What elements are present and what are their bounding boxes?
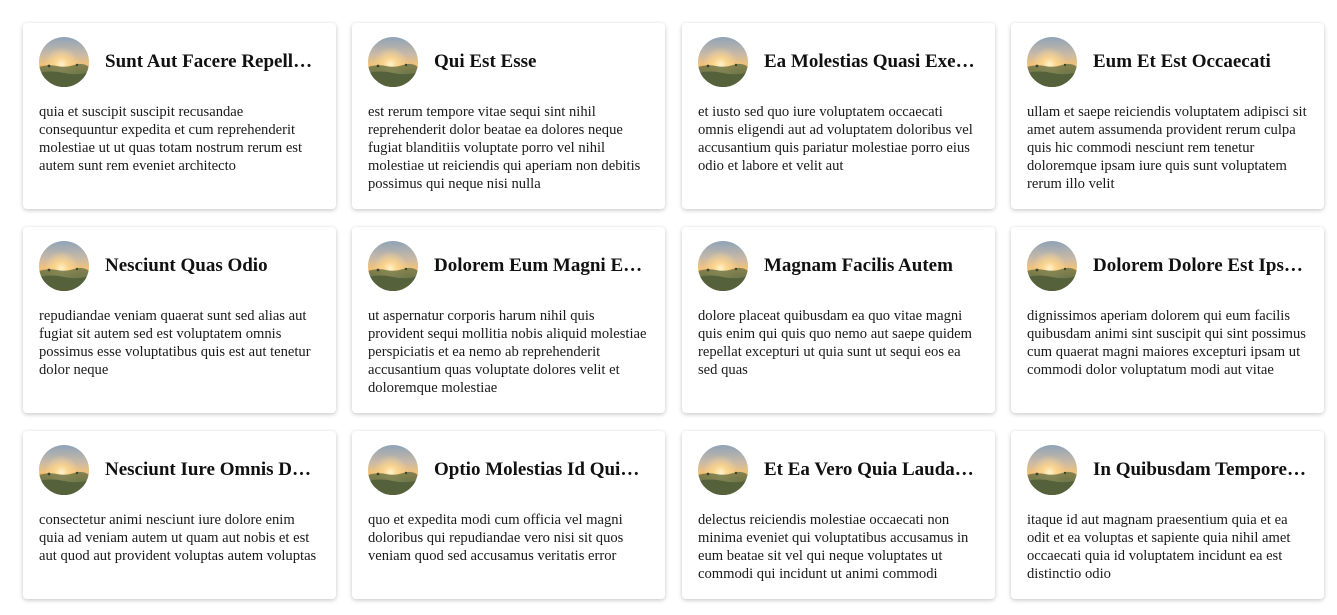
landscape-avatar-icon <box>39 445 89 495</box>
landscape-avatar-icon <box>698 241 748 291</box>
card-header: Magnam Facilis Autem <box>682 227 995 291</box>
post-card[interactable]: Eum Et Est Occaecati ullam et saepe reic… <box>1011 23 1324 209</box>
post-card[interactable]: Ea Molestias Quasi Exercitationem et ius… <box>682 23 995 209</box>
card-header: Ea Molestias Quasi Exercitationem <box>682 23 995 87</box>
card-header: Sunt Aut Facere Repellat Provident Occae… <box>23 23 336 87</box>
post-card-grid: Sunt Aut Facere Repellat Provident Occae… <box>0 0 1337 615</box>
card-title: Nesciunt Quas Odio <box>105 255 268 276</box>
card-title: Ea Molestias Quasi Exercitationem <box>764 51 978 72</box>
card-header: Optio Molestias Id Quia Eum <box>352 431 665 495</box>
landscape-avatar-icon <box>39 37 89 87</box>
post-card[interactable]: Nesciunt Iure Omnis Dolorem consectetur … <box>23 431 336 599</box>
landscape-avatar-icon <box>368 445 418 495</box>
card-header: Et Ea Vero Quia Laudantium <box>682 431 995 495</box>
card-body: delectus reiciendis molestiae occaecati … <box>698 512 969 582</box>
card-header: Nesciunt Quas Odio <box>23 227 336 291</box>
post-card[interactable]: Dolorem Eum Magni Eos Aperiam ut asperna… <box>352 227 665 413</box>
card-body: dignissimos aperiam dolorem qui eum faci… <box>1027 308 1306 378</box>
card-body: consectetur animi nesciunt iure dolore e… <box>39 512 317 564</box>
card-header: Nesciunt Iure Omnis Dolorem <box>23 431 336 495</box>
card-header: In Quibusdam Tempore Odit <box>1011 431 1324 495</box>
card-body: est rerum tempore vitae sequi sint nihil… <box>368 104 641 192</box>
card-title: Dolorem Eum Magni Eos Aperiam <box>434 255 648 276</box>
card-title: Magnam Facilis Autem <box>764 255 953 276</box>
post-card[interactable]: Nesciunt Quas Odio repudiandae veniam qu… <box>23 227 336 413</box>
post-card[interactable]: Et Ea Vero Quia Laudantium delectus reic… <box>682 431 995 599</box>
landscape-avatar-icon <box>1027 241 1077 291</box>
card-body: quia et suscipit suscipit recusandae con… <box>39 104 303 174</box>
card-header: Dolorem Dolore Est Ipsam <box>1011 227 1324 291</box>
landscape-avatar-icon <box>39 241 89 291</box>
landscape-avatar-icon <box>1027 37 1077 87</box>
card-body: itaque id aut magnam praesentium quia et… <box>1027 512 1291 582</box>
card-header: Qui Est Esse <box>352 23 665 87</box>
card-body: quo et expedita modi cum officia vel mag… <box>368 512 624 564</box>
card-title: In Quibusdam Tempore Odit <box>1093 459 1307 480</box>
card-body: repudiandae veniam quaerat sunt sed alia… <box>39 308 311 378</box>
landscape-avatar-icon <box>368 37 418 87</box>
card-title: Dolorem Dolore Est Ipsam <box>1093 255 1307 276</box>
post-card[interactable]: Sunt Aut Facere Repellat Provident Occae… <box>23 23 336 209</box>
card-header: Eum Et Est Occaecati <box>1011 23 1324 87</box>
landscape-avatar-icon <box>1027 445 1077 495</box>
card-title: Eum Et Est Occaecati <box>1093 51 1271 72</box>
card-title: Qui Est Esse <box>434 51 537 72</box>
card-body: ullam et saepe reiciendis voluptatem adi… <box>1027 104 1307 192</box>
card-title: Et Ea Vero Quia Laudantium <box>764 459 978 480</box>
post-card[interactable]: Qui Est Esse est rerum tempore vitae seq… <box>352 23 665 209</box>
card-title: Optio Molestias Id Quia Eum <box>434 459 648 480</box>
card-title: Sunt Aut Facere Repellat Provident Occae… <box>105 51 319 72</box>
card-body: ut aspernatur corporis harum nihil quis … <box>368 308 647 396</box>
post-card[interactable]: Magnam Facilis Autem dolore placeat quib… <box>682 227 995 413</box>
card-header: Dolorem Eum Magni Eos Aperiam <box>352 227 665 291</box>
post-card[interactable]: In Quibusdam Tempore Odit itaque id aut … <box>1011 431 1324 599</box>
post-card[interactable]: Optio Molestias Id Quia Eum quo et exped… <box>352 431 665 599</box>
post-card[interactable]: Dolorem Dolore Est Ipsam dignissimos ape… <box>1011 227 1324 413</box>
landscape-avatar-icon <box>698 445 748 495</box>
landscape-avatar-icon <box>368 241 418 291</box>
landscape-avatar-icon <box>698 37 748 87</box>
card-body: dolore placeat quibusdam ea quo vitae ma… <box>698 308 972 378</box>
card-title: Nesciunt Iure Omnis Dolorem <box>105 459 319 480</box>
card-body: et iusto sed quo iure voluptatem occaeca… <box>698 104 973 174</box>
